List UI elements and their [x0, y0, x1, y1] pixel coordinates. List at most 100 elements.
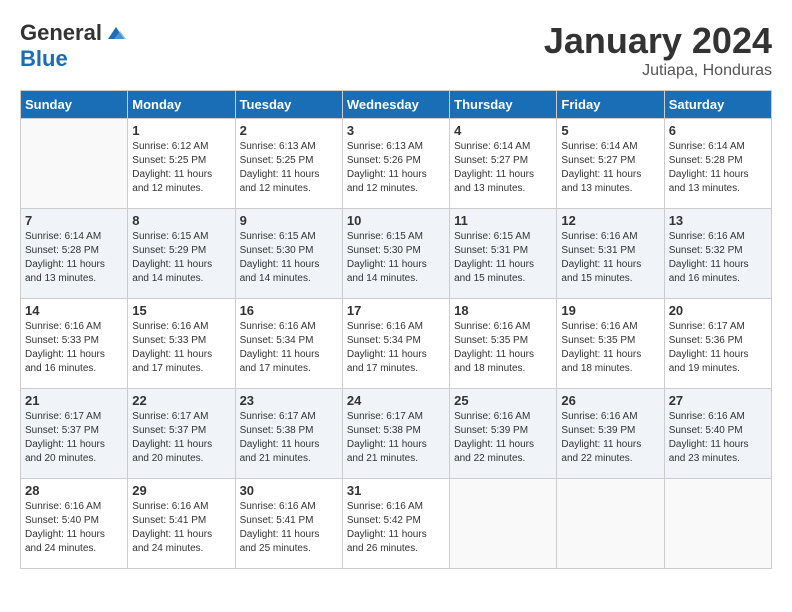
day-number: 29 [132, 483, 230, 498]
day-number: 31 [347, 483, 445, 498]
day-info: Sunrise: 6:16 AM Sunset: 5:35 PM Dayligh… [454, 320, 552, 376]
day-info: Sunrise: 6:16 AM Sunset: 5:34 PM Dayligh… [240, 320, 338, 376]
weekday-header-friday: Friday [557, 91, 664, 119]
calendar-cell: 3 Sunrise: 6:13 AM Sunset: 5:26 PM Daylig… [342, 119, 449, 209]
calendar-week-row: 7 Sunrise: 6:14 AM Sunset: 5:28 PM Daylig… [21, 209, 772, 299]
weekday-header-tuesday: Tuesday [235, 91, 342, 119]
logo: General Blue [20, 20, 128, 72]
day-number: 20 [669, 303, 767, 318]
day-info: Sunrise: 6:15 AM Sunset: 5:30 PM Dayligh… [347, 230, 445, 286]
day-info: Sunrise: 6:15 AM Sunset: 5:30 PM Dayligh… [240, 230, 338, 286]
weekday-header-saturday: Saturday [664, 91, 771, 119]
day-info: Sunrise: 6:16 AM Sunset: 5:33 PM Dayligh… [132, 320, 230, 376]
logo-blue-text: Blue [20, 46, 68, 72]
page-header: General Blue January 2024 Jutiapa, Hondu… [20, 20, 772, 80]
day-info: Sunrise: 6:17 AM Sunset: 5:36 PM Dayligh… [669, 320, 767, 376]
day-info: Sunrise: 6:14 AM Sunset: 5:27 PM Dayligh… [561, 140, 659, 196]
calendar-cell [664, 479, 771, 569]
calendar-cell: 19 Sunrise: 6:16 AM Sunset: 5:35 PM Dayli… [557, 299, 664, 389]
day-number: 11 [454, 213, 552, 228]
day-number: 19 [561, 303, 659, 318]
calendar-week-row: 28 Sunrise: 6:16 AM Sunset: 5:40 PM Dayli… [21, 479, 772, 569]
day-info: Sunrise: 6:13 AM Sunset: 5:25 PM Dayligh… [240, 140, 338, 196]
day-info: Sunrise: 6:16 AM Sunset: 5:39 PM Dayligh… [561, 410, 659, 466]
day-info: Sunrise: 6:16 AM Sunset: 5:39 PM Dayligh… [454, 410, 552, 466]
calendar-cell: 23Sunrise: 6:17 AM Sunset: 5:38 PM Dayli… [235, 389, 342, 479]
calendar-cell: 7 Sunrise: 6:14 AM Sunset: 5:28 PM Daylig… [21, 209, 128, 299]
day-info: Sunrise: 6:17 AM Sunset: 5:38 PM Dayligh… [347, 410, 445, 466]
calendar-cell: 11 Sunrise: 6:15 AM Sunset: 5:31 PM Dayli… [450, 209, 557, 299]
month-title: January 2024 [544, 20, 772, 62]
day-info: Sunrise: 6:16 AM Sunset: 5:41 PM Dayligh… [132, 500, 230, 556]
calendar-cell: 27Sunrise: 6:16 AM Sunset: 5:40 PM Dayli… [664, 389, 771, 479]
day-number: 14 [25, 303, 123, 318]
weekday-header-thursday: Thursday [450, 91, 557, 119]
day-info: Sunrise: 6:14 AM Sunset: 5:27 PM Dayligh… [454, 140, 552, 196]
calendar-cell: 20 Sunrise: 6:17 AM Sunset: 5:36 PM Dayli… [664, 299, 771, 389]
calendar-cell: 6Sunrise: 6:14 AM Sunset: 5:28 PM Daylig… [664, 119, 771, 209]
day-number: 18 [454, 303, 552, 318]
day-info: Sunrise: 6:15 AM Sunset: 5:29 PM Dayligh… [132, 230, 230, 286]
day-info: Sunrise: 6:16 AM Sunset: 5:41 PM Dayligh… [240, 500, 338, 556]
day-number: 4 [454, 123, 552, 138]
calendar-cell: 21Sunrise: 6:17 AM Sunset: 5:37 PM Dayli… [21, 389, 128, 479]
calendar-cell [557, 479, 664, 569]
day-number: 16 [240, 303, 338, 318]
day-number: 1 [132, 123, 230, 138]
calendar-cell: 26 Sunrise: 6:16 AM Sunset: 5:39 PM Dayli… [557, 389, 664, 479]
weekday-header-row: SundayMondayTuesdayWednesdayThursdayFrid… [21, 91, 772, 119]
calendar-cell: 13 Sunrise: 6:16 AM Sunset: 5:32 PM Dayli… [664, 209, 771, 299]
calendar-cell: 24 Sunrise: 6:17 AM Sunset: 5:38 PM Dayli… [342, 389, 449, 479]
day-number: 24 [347, 393, 445, 408]
day-info: Sunrise: 6:13 AM Sunset: 5:26 PM Dayligh… [347, 140, 445, 196]
calendar-week-row: 14 Sunrise: 6:16 AM Sunset: 5:33 PM Dayli… [21, 299, 772, 389]
calendar-table: SundayMondayTuesdayWednesdayThursdayFrid… [20, 90, 772, 569]
day-info: Sunrise: 6:14 AM Sunset: 5:28 PM Dayligh… [25, 230, 123, 286]
day-number: 30 [240, 483, 338, 498]
calendar-cell: 30 Sunrise: 6:16 AM Sunset: 5:41 PM Dayli… [235, 479, 342, 569]
day-info: Sunrise: 6:17 AM Sunset: 5:38 PM Dayligh… [240, 410, 338, 466]
day-number: 10 [347, 213, 445, 228]
calendar-week-row: 21Sunrise: 6:17 AM Sunset: 5:37 PM Dayli… [21, 389, 772, 479]
day-info: Sunrise: 6:15 AM Sunset: 5:31 PM Dayligh… [454, 230, 552, 286]
calendar-cell: 25 Sunrise: 6:16 AM Sunset: 5:39 PM Dayli… [450, 389, 557, 479]
calendar-cell: 18 Sunrise: 6:16 AM Sunset: 5:35 PM Dayli… [450, 299, 557, 389]
day-info: Sunrise: 6:14 AM Sunset: 5:28 PM Dayligh… [669, 140, 767, 196]
calendar-cell: 28 Sunrise: 6:16 AM Sunset: 5:40 PM Dayli… [21, 479, 128, 569]
day-info: Sunrise: 6:16 AM Sunset: 5:42 PM Dayligh… [347, 500, 445, 556]
day-number: 25 [454, 393, 552, 408]
day-number: 13 [669, 213, 767, 228]
calendar-cell: 2 Sunrise: 6:13 AM Sunset: 5:25 PM Daylig… [235, 119, 342, 209]
day-number: 2 [240, 123, 338, 138]
day-info: Sunrise: 6:16 AM Sunset: 5:40 PM Dayligh… [25, 500, 123, 556]
calendar-cell: 1Sunrise: 6:12 AM Sunset: 5:25 PM Daylig… [128, 119, 235, 209]
day-number: 3 [347, 123, 445, 138]
day-info: Sunrise: 6:16 AM Sunset: 5:35 PM Dayligh… [561, 320, 659, 376]
calendar-cell: 9 Sunrise: 6:15 AM Sunset: 5:30 PM Daylig… [235, 209, 342, 299]
day-number: 12 [561, 213, 659, 228]
day-number: 9 [240, 213, 338, 228]
day-info: Sunrise: 6:16 AM Sunset: 5:31 PM Dayligh… [561, 230, 659, 286]
calendar-cell [450, 479, 557, 569]
day-number: 26 [561, 393, 659, 408]
day-number: 7 [25, 213, 123, 228]
day-number: 28 [25, 483, 123, 498]
calendar-cell: 16 Sunrise: 6:16 AM Sunset: 5:34 PM Dayli… [235, 299, 342, 389]
calendar-cell: 17Sunrise: 6:16 AM Sunset: 5:34 PM Dayli… [342, 299, 449, 389]
calendar-cell: 22Sunrise: 6:17 AM Sunset: 5:37 PM Dayli… [128, 389, 235, 479]
calendar-cell: 5Sunrise: 6:14 AM Sunset: 5:27 PM Daylig… [557, 119, 664, 209]
calendar-cell: 10 Sunrise: 6:15 AM Sunset: 5:30 PM Dayli… [342, 209, 449, 299]
title-block: January 2024 Jutiapa, Honduras [544, 20, 772, 80]
day-number: 8 [132, 213, 230, 228]
calendar-cell: 12 Sunrise: 6:16 AM Sunset: 5:31 PM Dayli… [557, 209, 664, 299]
calendar-cell: 15Sunrise: 6:16 AM Sunset: 5:33 PM Dayli… [128, 299, 235, 389]
day-info: Sunrise: 6:16 AM Sunset: 5:32 PM Dayligh… [669, 230, 767, 286]
day-info: Sunrise: 6:17 AM Sunset: 5:37 PM Dayligh… [132, 410, 230, 466]
calendar-cell: 29 Sunrise: 6:16 AM Sunset: 5:41 PM Dayli… [128, 479, 235, 569]
calendar-cell [21, 119, 128, 209]
calendar-cell: 31 Sunrise: 6:16 AM Sunset: 5:42 PM Dayli… [342, 479, 449, 569]
calendar-cell: 14Sunrise: 6:16 AM Sunset: 5:33 PM Dayli… [21, 299, 128, 389]
calendar-cell: 4 Sunrise: 6:14 AM Sunset: 5:27 PM Daylig… [450, 119, 557, 209]
weekday-header-wednesday: Wednesday [342, 91, 449, 119]
day-info: Sunrise: 6:17 AM Sunset: 5:37 PM Dayligh… [25, 410, 123, 466]
